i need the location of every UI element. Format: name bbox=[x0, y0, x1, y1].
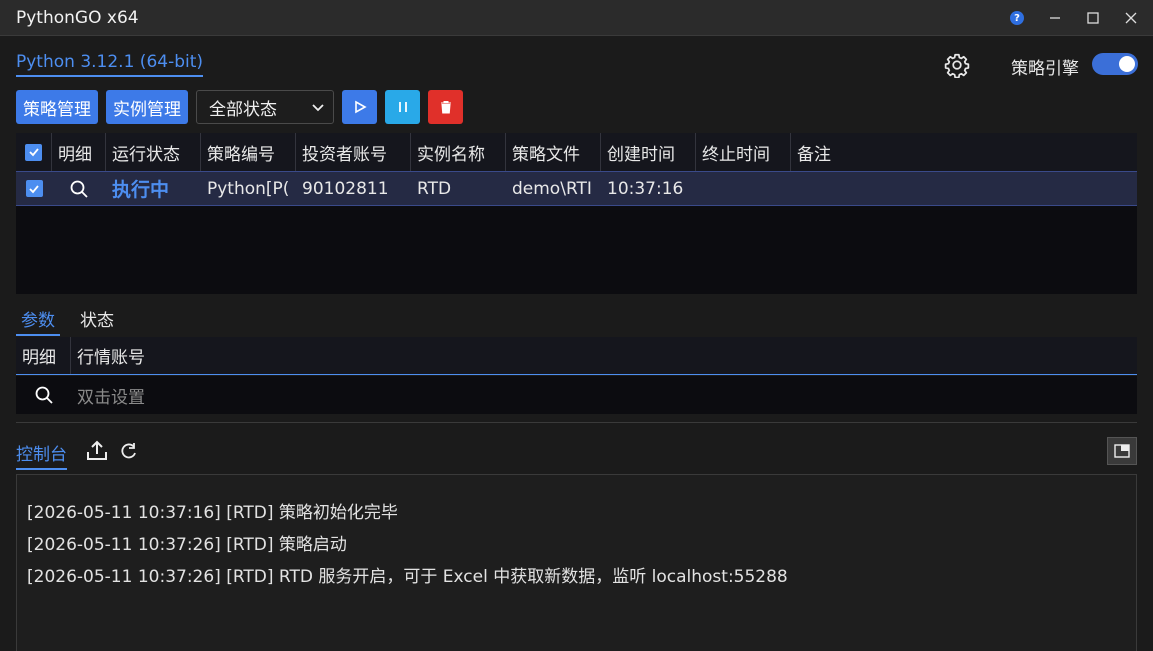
note-cell bbox=[797, 172, 1137, 205]
strategy-management-button[interactable]: 策略管理 bbox=[16, 90, 98, 124]
tab-params[interactable]: 参数 bbox=[16, 306, 60, 336]
panel-toggle-button[interactable] bbox=[1107, 437, 1137, 465]
column-header[interactable]: 备注 bbox=[791, 133, 1137, 171]
column-header[interactable]: 终止时间 bbox=[696, 133, 791, 171]
help-icon: ? bbox=[1010, 11, 1024, 25]
engine-label: 策略引擎 bbox=[1011, 59, 1079, 79]
close-icon bbox=[1125, 12, 1137, 24]
pause-button[interactable] bbox=[385, 90, 420, 124]
ended-cell bbox=[702, 172, 791, 205]
select-all-checkbox[interactable] bbox=[16, 133, 52, 171]
minimize-button[interactable] bbox=[1041, 6, 1069, 30]
column-header[interactable]: 运行状态 bbox=[106, 133, 201, 171]
column-header[interactable]: 明细 bbox=[16, 337, 71, 374]
params-row[interactable]: 双击设置 bbox=[16, 376, 1137, 414]
column-header[interactable]: 实例名称 bbox=[411, 133, 506, 171]
delete-icon bbox=[440, 101, 451, 114]
column-header[interactable]: 创建时间 bbox=[601, 133, 696, 171]
search-icon bbox=[35, 386, 53, 404]
play-icon bbox=[354, 100, 367, 114]
column-header[interactable]: 行情账号 bbox=[71, 337, 371, 374]
column-header[interactable]: 明细 bbox=[52, 133, 106, 171]
log-line: [2026-05-11 10:37:16] [RTD] 策略初始化完毕 bbox=[27, 503, 398, 523]
refresh-button[interactable] bbox=[119, 441, 139, 461]
strategy-table: 明细 运行状态 策略编号 投资者账号 实例名称 策略文件 创建时间 终止时间 备… bbox=[16, 133, 1137, 294]
table-header: 明细 运行状态 策略编号 投资者账号 实例名称 策略文件 创建时间 终止时间 备… bbox=[16, 133, 1137, 171]
export-icon bbox=[87, 440, 107, 460]
status-filter-value: 全部状态 bbox=[209, 99, 277, 120]
status-cell: 执行中 bbox=[112, 179, 170, 201]
help-button[interactable]: ? bbox=[1003, 6, 1031, 30]
title-bar: PythonGO x64 ? bbox=[0, 0, 1153, 36]
tab-console[interactable]: 控制台 bbox=[16, 440, 67, 470]
toggle-knob bbox=[1119, 56, 1135, 72]
chevron-down-icon bbox=[312, 104, 324, 112]
params-detail-button[interactable] bbox=[16, 376, 71, 414]
window-title: PythonGO x64 bbox=[16, 8, 139, 28]
column-header[interactable]: 策略文件 bbox=[506, 133, 601, 171]
delete-button[interactable] bbox=[428, 90, 463, 124]
log-line: [2026-05-11 10:37:26] [RTD] 策略启动 bbox=[27, 535, 347, 555]
market-account-placeholder[interactable]: 双击设置 bbox=[77, 376, 377, 414]
section-divider bbox=[16, 422, 1137, 423]
panel-icon bbox=[1114, 444, 1130, 458]
check-icon bbox=[29, 184, 39, 193]
python-version-link[interactable]: Python 3.12.1 (64-bit) bbox=[16, 52, 204, 77]
close-button[interactable] bbox=[1117, 6, 1145, 30]
column-header[interactable]: 投资者账号 bbox=[296, 133, 411, 171]
console-output[interactable]: [2026-05-11 10:37:16] [RTD] 策略初始化完毕 [202… bbox=[16, 474, 1137, 651]
search-icon bbox=[70, 180, 88, 198]
maximize-icon bbox=[1087, 12, 1099, 24]
tab-status[interactable]: 状态 bbox=[80, 306, 114, 331]
minimize-icon bbox=[1050, 17, 1060, 19]
export-button[interactable] bbox=[86, 439, 108, 463]
log-line: [2026-05-11 10:37:26] [RTD] RTD 服务开启，可于 … bbox=[27, 567, 788, 587]
row-detail-button[interactable] bbox=[52, 172, 106, 205]
refresh-icon bbox=[121, 443, 136, 459]
instance-management-button[interactable]: 实例管理 bbox=[106, 90, 188, 124]
row-checkbox[interactable] bbox=[16, 172, 52, 205]
engine-toggle[interactable] bbox=[1092, 53, 1138, 75]
check-icon bbox=[28, 148, 39, 157]
settings-button[interactable] bbox=[944, 52, 970, 79]
table-row[interactable]: 执行中 Python[P( 90102811 RTD demo\RTI 10:3… bbox=[16, 171, 1137, 206]
column-header[interactable]: 策略编号 bbox=[201, 133, 296, 171]
created-cell: 10:37:16 bbox=[607, 178, 684, 199]
strategy-id-cell: Python[P( bbox=[207, 178, 289, 199]
start-button[interactable] bbox=[342, 90, 377, 124]
account-cell: 90102811 bbox=[302, 178, 389, 199]
file-cell: demo\RTI bbox=[512, 178, 592, 199]
maximize-button[interactable] bbox=[1079, 6, 1107, 30]
pause-icon bbox=[398, 102, 407, 112]
status-filter-select[interactable]: 全部状态 bbox=[196, 90, 334, 124]
gear-icon bbox=[944, 53, 970, 79]
instance-cell: RTD bbox=[417, 178, 452, 199]
params-table-header: 明细 行情账号 bbox=[16, 337, 1137, 375]
